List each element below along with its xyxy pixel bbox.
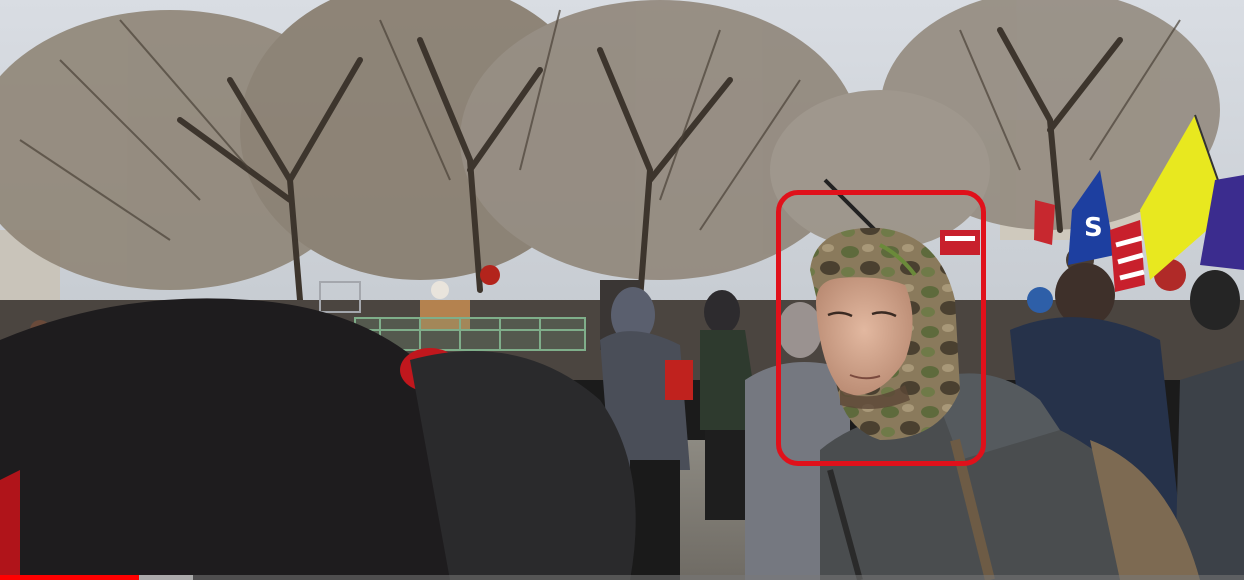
foreground-head-center bbox=[410, 351, 636, 580]
flag-letter: S bbox=[1084, 213, 1103, 243]
video-played-bar bbox=[0, 575, 139, 580]
video-progress-bar[interactable] bbox=[0, 575, 1244, 580]
crowd-scene-photo: S bbox=[0, 0, 1244, 580]
video-frame[interactable]: S bbox=[0, 0, 1244, 580]
